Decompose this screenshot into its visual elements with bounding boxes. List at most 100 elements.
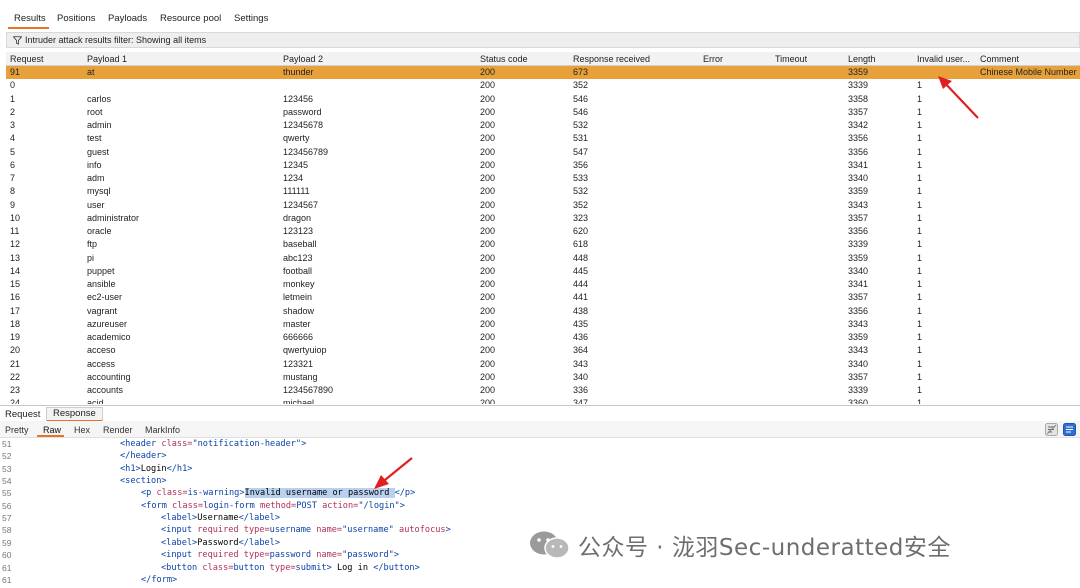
code-line: 54 <section>: [0, 476, 1080, 488]
line-number: 61: [2, 574, 12, 585]
cell-response-received: 323: [573, 212, 589, 223]
message-options-icon[interactable]: [1063, 423, 1076, 436]
cell-response-received: 343: [573, 358, 589, 369]
tab-pretty[interactable]: Pretty: [5, 425, 29, 435]
tab-positions[interactable]: Positions: [57, 13, 96, 24]
cell-request: 0: [10, 80, 16, 91]
table-row[interactable]: 11 oracle 123123 200 620 3356 1: [6, 225, 1080, 238]
table-row[interactable]: 24 acid michael 200 347 3360 1: [6, 397, 1080, 404]
cell-length: 3357: [848, 292, 869, 303]
column-header-length[interactable]: Length: [848, 54, 876, 64]
cell-invalid-user: 1: [917, 358, 923, 369]
table-row[interactable]: 23 accounts 1234567890 200 336 3339 1: [6, 384, 1080, 397]
tab-request[interactable]: Request: [5, 409, 40, 420]
table-row[interactable]: 9 user 1234567 200 352 3343 1: [6, 199, 1080, 212]
column-header-response-received[interactable]: Response received: [573, 54, 650, 64]
table-row[interactable]: 8 mysql 111111 200 532 3359 1: [6, 185, 1080, 198]
code-token: <p: [141, 488, 157, 499]
table-row[interactable]: 14 puppet football 200 445 3340 1: [6, 265, 1080, 278]
tab-payloads[interactable]: Payloads: [108, 13, 147, 24]
table-row[interactable]: 19 academico 666666 200 436 3359 1: [6, 331, 1080, 344]
table-row[interactable]: 12 ftp baseball 200 618 3339 1: [6, 238, 1080, 251]
tab-response[interactable]: Response: [46, 407, 103, 422]
table-row[interactable]: 10 administrator dragon 200 323 3357 1: [6, 212, 1080, 225]
cell-length: 3356: [848, 226, 869, 236]
cell-payload-1: acid: [87, 398, 104, 404]
cell-invalid-user: 1: [917, 332, 923, 342]
cell-payload-2: password: [283, 106, 322, 117]
cell-request: 18: [10, 318, 21, 329]
cell-request: 12: [10, 239, 21, 250]
cell-request: 2: [10, 106, 16, 117]
cell-length: 3358: [848, 93, 869, 104]
code-token: name=: [316, 525, 343, 536]
table-row[interactable]: 1 carlos 123456 200 546 3358 1: [6, 93, 1080, 106]
table-row[interactable]: 18 azureuser master 200 435 3343 1: [6, 318, 1080, 331]
cell-length: 3339: [848, 80, 869, 91]
cell-response-received: 532: [573, 186, 589, 197]
line-content: <label>Username</label>: [161, 513, 280, 523]
table-row[interactable]: 21 access 123321 200 343 3340 1: [6, 358, 1080, 371]
table-row[interactable]: 0 200 352 3339 1: [6, 79, 1080, 92]
column-header-status-code[interactable]: Status code: [480, 54, 528, 64]
table-row[interactable]: 15 ansible monkey 200 444 3341 1: [6, 278, 1080, 291]
cell-payload-2: 1234567: [283, 199, 319, 210]
column-header-payload-1[interactable]: Payload 1: [87, 54, 127, 64]
cell-invalid-user: 1: [917, 398, 923, 404]
table-row[interactable]: 3 admin 12345678 200 532 3342 1: [6, 119, 1080, 132]
cell-response-received: 618: [573, 239, 589, 250]
cell-length: 3359: [848, 67, 869, 77]
table-row[interactable]: 16 ec2-user letmein 200 441 3357 1: [6, 291, 1080, 304]
cell-request: 24: [10, 398, 21, 404]
table-row[interactable]: 5 guest 123456789 200 547 3356 1: [6, 146, 1080, 159]
tab-settings[interactable]: Settings: [234, 13, 268, 24]
tab-results[interactable]: Results: [14, 13, 46, 24]
table-row-selected[interactable]: 91 at thunder 200 673 3359 Chinese Mobile Numb…: [6, 66, 1080, 80]
code-line: 53 <h1>Login</h1>: [0, 464, 1080, 476]
cell-payload-1: test: [87, 133, 102, 144]
column-header-request[interactable]: Request: [10, 54, 44, 64]
cell-status-code: 200: [480, 173, 496, 183]
cell-request: 7: [10, 173, 16, 183]
code-token: required type=: [197, 525, 270, 536]
table-row[interactable]: 17 vagrant shadow 200 438 3356 1: [6, 305, 1080, 318]
cell-status-code: 200: [480, 332, 496, 342]
code-token: </label>: [238, 537, 281, 548]
wrap-off-icon[interactable]: [1045, 423, 1058, 436]
table-row[interactable]: 6 info 12345 200 356 3341 1: [6, 159, 1080, 172]
tab-hex[interactable]: Hex: [74, 425, 90, 435]
cell-length: 3357: [848, 212, 869, 223]
cell-length: 3359: [848, 186, 869, 197]
cell-status-code: 200: [480, 385, 496, 395]
cell-response-received: 352: [573, 80, 589, 91]
results-filter-bar[interactable]: Intruder attack results filter: Showing …: [6, 32, 1080, 48]
tab-resource-pool[interactable]: Resource pool: [160, 13, 221, 24]
response-raw-view[interactable]: 51 <header class="notification-header"> 52…: [0, 438, 1080, 588]
cell-invalid-user: 1: [917, 265, 923, 276]
cell-payload-2: football: [283, 265, 313, 276]
column-header-timeout[interactable]: Timeout: [775, 54, 807, 64]
cell-payload-2: qwerty: [283, 133, 310, 144]
table-row[interactable]: 2 root password 200 546 3357 1: [6, 106, 1080, 119]
code-token: <form: [141, 500, 173, 511]
table-row[interactable]: 4 test qwerty 200 531 3356 1: [6, 132, 1080, 145]
cell-payload-1: root: [87, 106, 103, 117]
tab-render[interactable]: Render: [103, 425, 133, 435]
table-row[interactable]: 20 acceso qwertyuiop 200 364 3343 1: [6, 344, 1080, 357]
column-header-error[interactable]: Error: [703, 54, 723, 64]
line-content: <header class="notification-header">: [120, 439, 306, 449]
cell-invalid-user: 1: [917, 318, 923, 329]
table-row[interactable]: 13 pi abc123 200 448 3359 1: [6, 252, 1080, 265]
table-row[interactable]: 22 accounting mustang 200 340 3357 1: [6, 371, 1080, 384]
cell-payload-1: azureuser: [87, 318, 128, 329]
tab-markinfo[interactable]: MarkInfo: [145, 425, 180, 435]
column-header-comment[interactable]: Comment: [980, 54, 1019, 64]
code-token: </h1>: [166, 463, 193, 474]
column-header-payload-2[interactable]: Payload 2: [283, 54, 323, 64]
table-row[interactable]: 7 adm 1234 200 533 3340 1: [6, 172, 1080, 185]
column-header-invalid-user[interactable]: Invalid user...: [917, 54, 970, 64]
cell-length: 3340: [848, 358, 869, 369]
line-number: 51: [2, 439, 12, 449]
cell-status-code: 200: [480, 93, 496, 104]
tab-raw[interactable]: Raw: [43, 425, 61, 435]
